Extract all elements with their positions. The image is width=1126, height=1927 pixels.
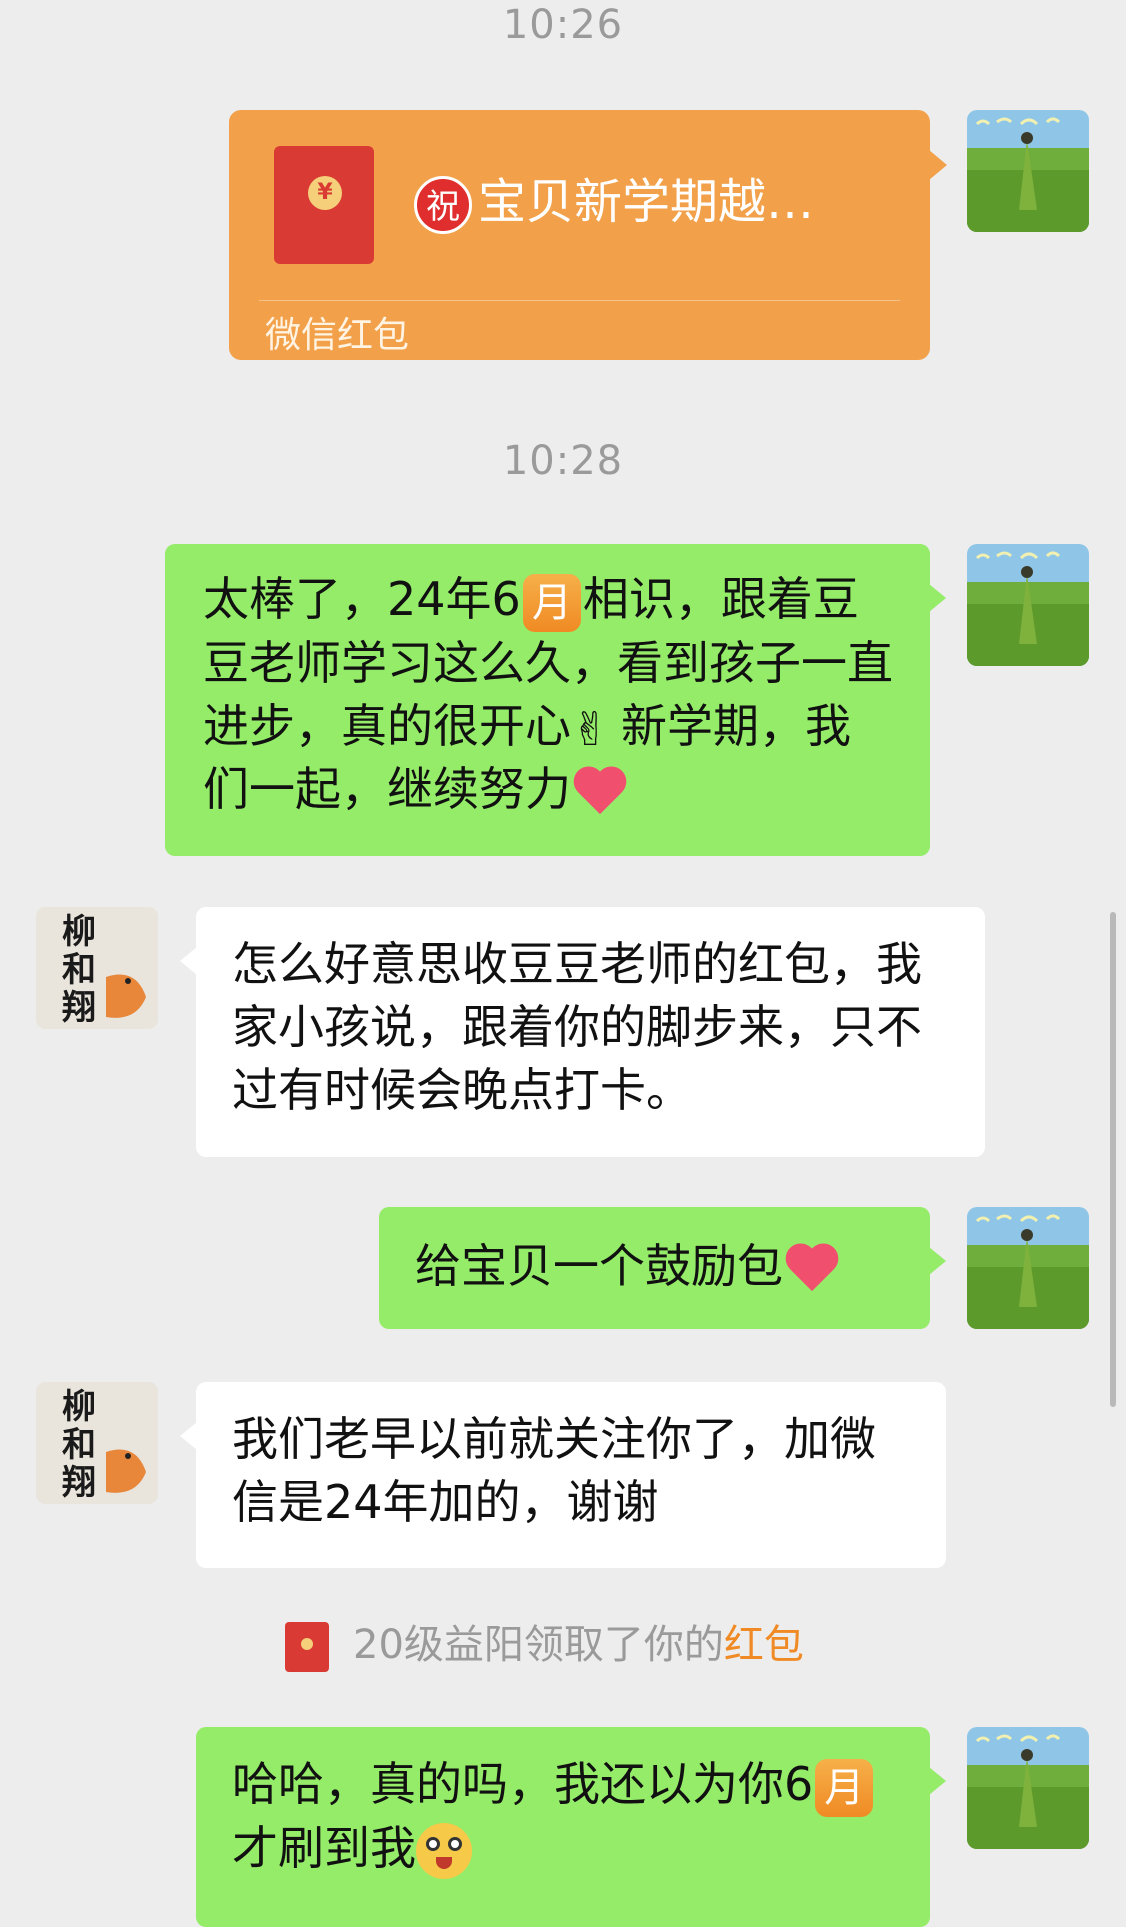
message-bubble-sent[interactable]: 哈哈，真的吗，我还以为你6 月才刷到我 (196, 1727, 946, 1927)
my-avatar[interactable] (967, 544, 1089, 666)
avatar-calligraphy: 柳 和 翔 (62, 912, 96, 1028)
message-text: 我们老早以前就关注你了，加微信是24年加的，谢谢 (232, 1412, 876, 1529)
message-bubble-received[interactable]: 我们老早以前就关注你了，加微信是24年加的，谢谢 (180, 1382, 946, 1568)
timestamp: 10:28 (502, 438, 624, 484)
contact-avatar[interactable]: 柳 和 翔 (36, 1382, 158, 1504)
red-heart-emoji (575, 768, 629, 818)
red-packet-title-text: 宝贝新学期越… (478, 174, 815, 230)
calligraphy-avatar-image (36, 907, 158, 1029)
red-packet-title: 祝宝贝新学期越… (414, 162, 814, 234)
message-text: 怎么好意思收豆豆老师的红包，我家小孩说，跟着你的脚步来，只不过有时候会晚点打卡。 (232, 937, 922, 1117)
landscape-avatar-image (967, 1207, 1089, 1329)
calligraphy-avatar-image (36, 1382, 158, 1504)
divider (259, 300, 900, 301)
red-envelope-icon (285, 1622, 329, 1672)
message-text: 哈哈，真的吗，我还以为你6 (232, 1757, 814, 1811)
system-message-text: 20级益阳领取了你的 (353, 1622, 724, 1668)
yuan-coin-icon: ¥ (308, 176, 342, 210)
message-bubble-sent[interactable]: 太棒了，24年6 月相识，跟着豆豆老师学习这么久，看到孩子一直进步，真的很开心✌ 新… (165, 544, 946, 856)
avatar-calligraphy: 柳 和 翔 (62, 1387, 96, 1503)
starstruck-face-emoji (416, 1823, 472, 1879)
scrollbar[interactable] (1110, 912, 1116, 1407)
red-heart-emoji (787, 1245, 841, 1295)
message-bubble-received[interactable]: 怎么好意思收豆豆老师的红包，我家小孩说，跟着你的脚步来，只不过有时候会晚点打卡。 (180, 907, 985, 1157)
red-packet-link[interactable]: 红包 (724, 1622, 804, 1668)
message-text: 给宝贝一个鼓励包 (415, 1239, 783, 1293)
system-message: 20级益阳领取了你的红包 (285, 1612, 804, 1672)
my-avatar[interactable] (967, 1207, 1089, 1329)
blessing-badge-icon: 祝 (414, 176, 472, 234)
message-bubble-sent[interactable]: 给宝贝一个鼓励包 (379, 1207, 946, 1329)
red-packet-card[interactable]: ¥ 祝宝贝新学期越… 微信红包 (229, 110, 947, 360)
my-avatar[interactable] (967, 1727, 1089, 1849)
message-text: 太棒了，24年6 (203, 572, 521, 626)
red-envelope-icon: ¥ (274, 146, 374, 264)
victory-hand-emoji: ✌ (571, 702, 610, 756)
month-badge-emoji: 月 (815, 1758, 874, 1817)
landscape-avatar-image (967, 544, 1089, 666)
message-text: 才刷到我 (232, 1820, 416, 1875)
contact-avatar[interactable]: 柳 和 翔 (36, 907, 158, 1029)
timestamp: 10:26 (502, 2, 624, 48)
red-packet-label: 微信红包 (265, 315, 410, 356)
landscape-avatar-image (967, 110, 1089, 232)
month-badge-emoji: 月 (522, 573, 581, 632)
my-avatar[interactable] (967, 110, 1089, 232)
landscape-avatar-image (967, 1727, 1089, 1849)
